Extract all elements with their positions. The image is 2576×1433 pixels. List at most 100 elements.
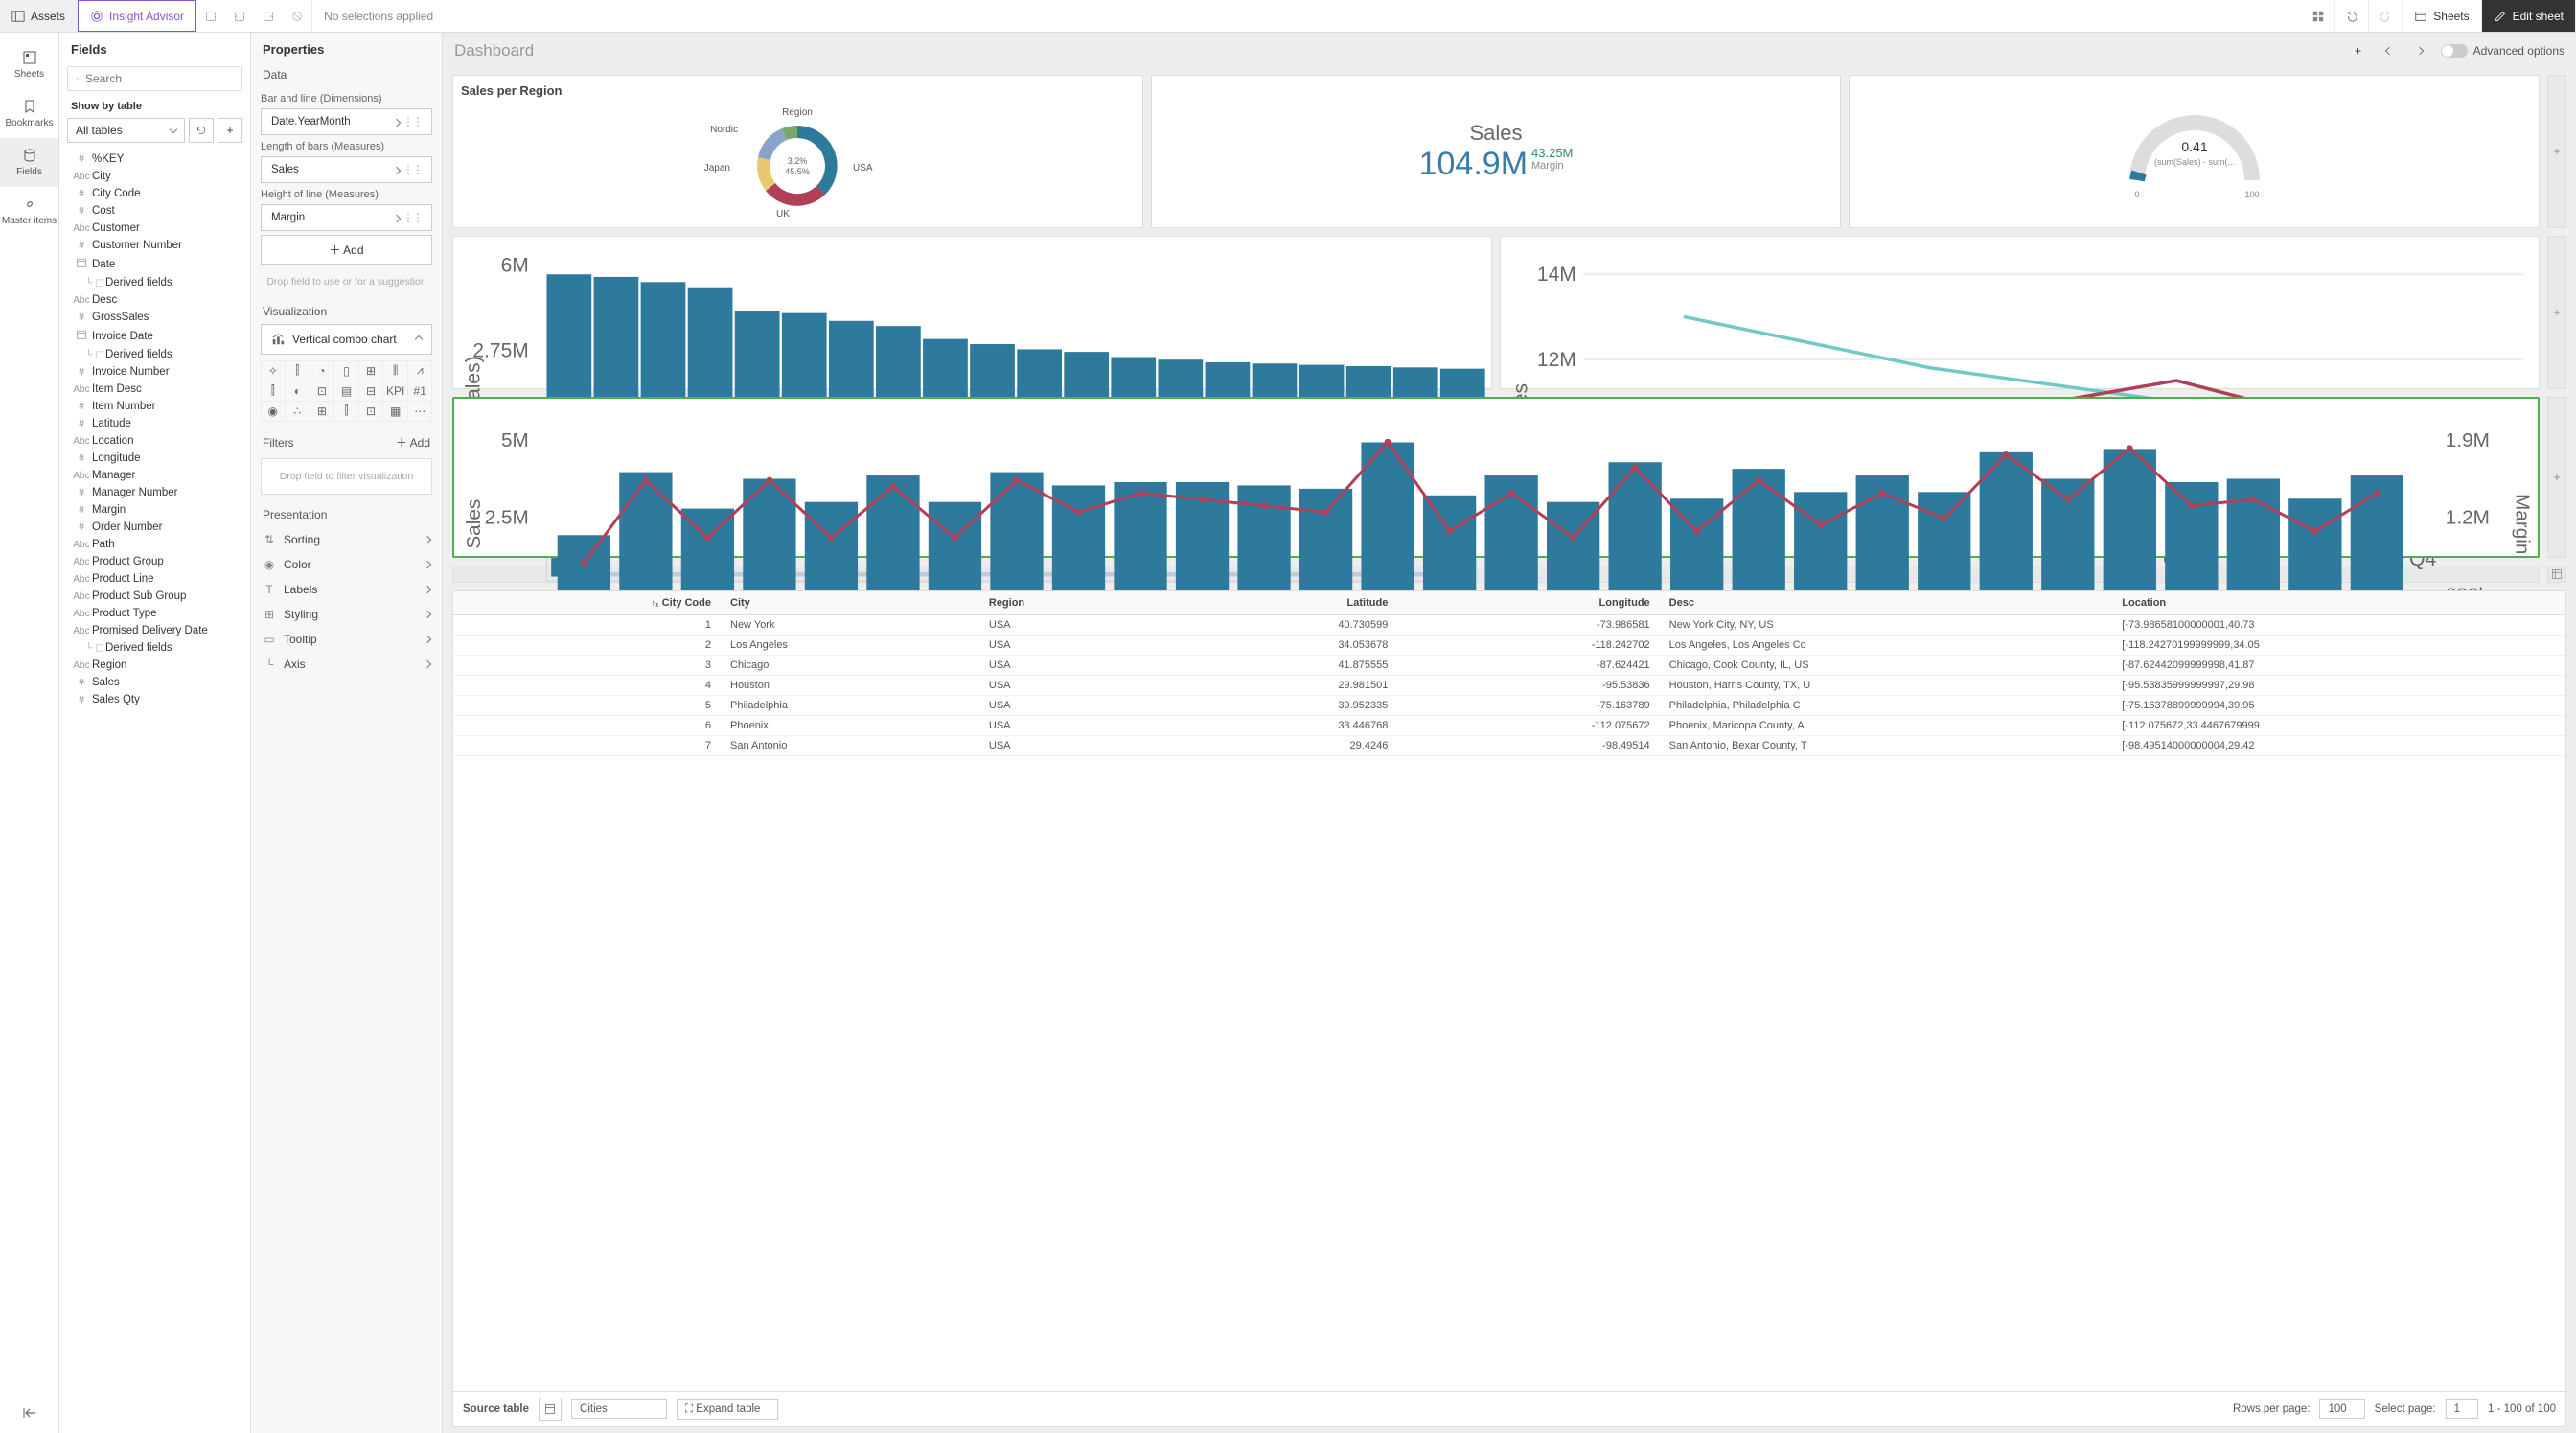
field-item[interactable]: #Sales bbox=[59, 674, 250, 691]
drag-handle-icon[interactable]: ⋮⋮ bbox=[402, 115, 422, 128]
field-item[interactable]: AbcProduct Type bbox=[59, 605, 250, 622]
viz-type-option[interactable]: ◔ bbox=[310, 360, 335, 381]
table-header[interactable]: ↑₁ City Code bbox=[453, 591, 721, 615]
field-item[interactable]: └ Derived fields bbox=[59, 639, 250, 657]
field-item[interactable]: Invoice Date bbox=[59, 326, 250, 346]
kpi-card[interactable]: Sales 104.9M43.25MMargin bbox=[1151, 75, 1842, 228]
dim-pill[interactable]: Date.YearMonth ⋮⋮ bbox=[261, 108, 432, 135]
fields-list[interactable]: #%KEYAbcCity#City Code#CostAbcCustomer#C… bbox=[59, 147, 250, 1433]
drag-handle-icon[interactable]: ⋮⋮ bbox=[402, 163, 422, 176]
field-item[interactable]: Date bbox=[59, 254, 250, 274]
viz-type-option[interactable]: ⋯ bbox=[407, 401, 433, 422]
field-item[interactable]: AbcProduct Group bbox=[59, 553, 250, 570]
viz-type-option[interactable]: ▯ bbox=[334, 360, 359, 381]
line-pill[interactable]: Margin ⋮⋮ bbox=[261, 204, 432, 231]
table-header[interactable]: Desc bbox=[1660, 591, 2113, 615]
field-item[interactable]: #%KEY bbox=[59, 150, 250, 168]
table-options-button[interactable] bbox=[2547, 566, 2566, 583]
viz-type-option[interactable]: KPI bbox=[382, 381, 408, 402]
field-item[interactable]: └ Derived fields bbox=[59, 274, 250, 291]
add-sheet-button[interactable]: + bbox=[2345, 37, 2372, 64]
field-item[interactable]: AbcCity bbox=[59, 168, 250, 185]
viz-type-option[interactable]: ⊞ bbox=[310, 401, 335, 422]
bars-pill[interactable]: Sales ⋮⋮ bbox=[261, 156, 432, 183]
smart-select-button[interactable] bbox=[196, 0, 225, 32]
field-item[interactable]: AbcCustomer bbox=[59, 220, 250, 237]
viz-type-option[interactable]: ⫼ bbox=[382, 360, 408, 381]
presentation-labels[interactable]: TLabels bbox=[251, 577, 442, 602]
field-item[interactable]: └ Derived fields bbox=[59, 346, 250, 363]
grid-button[interactable] bbox=[2302, 0, 2335, 32]
sheets-button[interactable]: Sheets bbox=[2403, 0, 2481, 32]
table-row[interactable]: 5PhiladelphiaUSA39.952335-75.163789Phila… bbox=[453, 696, 2565, 716]
presentation-sorting[interactable]: ⇅Sorting bbox=[251, 527, 442, 552]
viz-type-option[interactable]: ⊞ bbox=[358, 360, 384, 381]
field-item[interactable]: #Item Number bbox=[59, 398, 250, 415]
viz-type-option[interactable]: ⫿ bbox=[334, 401, 359, 422]
add-right-slot-2[interactable]: + bbox=[2547, 236, 2566, 389]
step-fwd-button[interactable] bbox=[254, 0, 283, 32]
redo-button[interactable] bbox=[2369, 0, 2403, 32]
data-table-card[interactable]: ↑₁ City CodeCityRegionLatitudeLongitudeD… bbox=[452, 590, 2566, 1427]
field-item[interactable]: #Longitude bbox=[59, 450, 250, 467]
table-header[interactable]: Longitude bbox=[1397, 591, 1659, 615]
prev-sheet-button[interactable] bbox=[2376, 37, 2403, 64]
rail-sheets[interactable]: Sheets bbox=[0, 40, 58, 89]
next-sheet-button[interactable] bbox=[2406, 37, 2433, 64]
rows-per-page-select[interactable]: 100 bbox=[2319, 1399, 2364, 1419]
table-row[interactable]: 4HoustonUSA29.981501-95.53836Houston, Ha… bbox=[453, 676, 2565, 696]
advanced-toggle[interactable] bbox=[2441, 44, 2468, 58]
table-row[interactable]: 7San AntonioUSA29.4246-98.49514San Anton… bbox=[453, 736, 2565, 756]
field-item[interactable]: #Margin bbox=[59, 501, 250, 519]
field-item[interactable]: AbcLocation bbox=[59, 432, 250, 450]
fields-search-input[interactable] bbox=[85, 72, 234, 85]
field-item[interactable]: AbcManager bbox=[59, 467, 250, 484]
table-row[interactable]: 3ChicagoUSA41.875555-87.624421Chicago, C… bbox=[453, 656, 2565, 676]
viz-type-option[interactable]: ∴ bbox=[285, 401, 310, 422]
field-item[interactable]: #Customer Number bbox=[59, 237, 250, 254]
table-row[interactable]: 1New YorkUSA40.730599-73.986581New York … bbox=[453, 615, 2565, 636]
field-item[interactable]: AbcRegion bbox=[59, 657, 250, 674]
clear-selections-button[interactable] bbox=[283, 0, 312, 32]
field-item[interactable]: #Cost bbox=[59, 202, 250, 220]
viz-type-option[interactable]: ⫿ bbox=[285, 360, 310, 381]
undo-button[interactable] bbox=[2335, 0, 2369, 32]
line-chart-card[interactable]: Sales14M12M10M8MQ1Q2Q3Q4 bbox=[1500, 236, 2540, 389]
viz-type-option[interactable]: ⫿ bbox=[261, 381, 287, 402]
table-header[interactable]: Location bbox=[2112, 591, 2565, 615]
expand-table-button[interactable]: ⛶ Expand table bbox=[677, 1399, 778, 1420]
viz-type-option[interactable]: ▤ bbox=[334, 381, 359, 402]
field-item[interactable]: #Order Number bbox=[59, 519, 250, 536]
step-back-button[interactable] bbox=[225, 0, 254, 32]
edit-sheet-button[interactable]: Edit sheet bbox=[2482, 0, 2576, 32]
filters-add-button[interactable]: ＋ Add bbox=[396, 434, 430, 451]
rail-fields[interactable]: Fields bbox=[0, 138, 58, 187]
add-measure-button[interactable]: ＋ Add bbox=[261, 235, 432, 265]
viz-type-select[interactable]: Vertical combo chart bbox=[261, 324, 432, 355]
table-header[interactable]: City bbox=[721, 591, 979, 615]
viz-type-option[interactable]: ⊡ bbox=[358, 401, 384, 422]
rail-collapse-button[interactable] bbox=[11, 1396, 49, 1433]
fields-search[interactable] bbox=[67, 66, 242, 91]
table-header[interactable]: Latitude bbox=[1164, 591, 1397, 615]
rail-master[interactable]: Master items bbox=[0, 187, 58, 236]
source-table-select[interactable]: Cities bbox=[571, 1399, 667, 1419]
field-item[interactable]: #GrossSales bbox=[59, 309, 250, 326]
assets-button[interactable]: Assets bbox=[0, 0, 78, 32]
add-right-slot-3[interactable]: + bbox=[2547, 397, 2566, 558]
viz-type-option[interactable]: ▦ bbox=[382, 401, 408, 422]
add-field-button[interactable]: + bbox=[218, 118, 242, 143]
bar-chart-card[interactable]: Sum(Sales)6M2.75M-500kParacelPageW…Deak-… bbox=[452, 236, 1492, 389]
presentation-axis[interactable]: └Axis bbox=[251, 652, 442, 677]
viz-type-option[interactable]: ⊟ bbox=[358, 381, 384, 402]
refresh-fields-button[interactable] bbox=[189, 118, 214, 143]
viz-type-option[interactable]: #1 bbox=[407, 381, 433, 402]
combo-chart-card[interactable]: SalesMargin5M2.5M1.9M1.2M600k2012-Q12012… bbox=[452, 397, 2540, 558]
field-item[interactable]: #City Code bbox=[59, 185, 250, 202]
field-item[interactable]: #Sales Qty bbox=[59, 691, 250, 708]
table-row[interactable]: 6PhoenixUSA33.446768-112.075672Phoenix, … bbox=[453, 716, 2565, 736]
presentation-styling[interactable]: ⊞Styling bbox=[251, 602, 442, 627]
field-item[interactable]: #Invoice Number bbox=[59, 363, 250, 381]
table-row[interactable]: 2Los AngelesUSA34.053678-118.242702Los A… bbox=[453, 636, 2565, 656]
presentation-tooltip[interactable]: ▭Tooltip bbox=[251, 627, 442, 652]
